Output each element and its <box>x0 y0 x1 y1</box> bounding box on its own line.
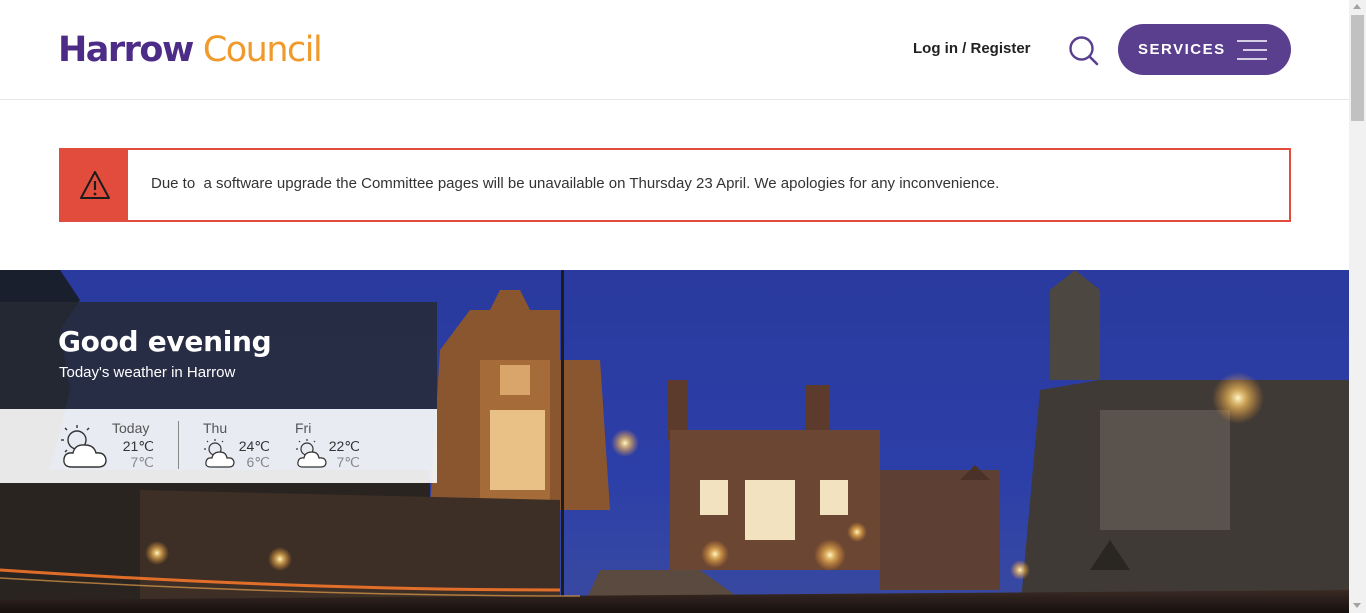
harrow-council-logo[interactable]: Harrow Council <box>58 28 323 72</box>
greeting-panel: Good evening Today's weather in Harrow <box>0 302 437 409</box>
forecast-low-temp: 7℃ <box>336 454 360 470</box>
search-icon <box>1069 36 1099 66</box>
page: Harrow Council Log in / Register SERVICES <box>0 0 1366 613</box>
forecast-day-thu: Thu 24℃ 6℃ <box>200 409 290 483</box>
search-button[interactable] <box>1066 33 1102 69</box>
forecast-divider <box>178 421 179 469</box>
alert-icon-panel <box>61 150 128 220</box>
logo-text-harrow: Harrow <box>58 30 194 70</box>
hero-banner: Good evening Today's weather in Harrow T… <box>0 270 1349 613</box>
site-header: Harrow Council Log in / Register SERVICES <box>0 0 1349 100</box>
services-label: SERVICES <box>1138 41 1226 58</box>
partly-cloudy-icon <box>61 425 107 468</box>
scrollbar-thumb[interactable] <box>1351 15 1364 121</box>
forecast-high-temp: 24℃ <box>238 438 270 454</box>
hamburger-icon <box>1237 40 1267 60</box>
forecast-low-temp: 6℃ <box>246 454 270 470</box>
scroll-up-arrow[interactable] <box>1353 4 1361 9</box>
forecast-day-label: Thu <box>203 420 228 436</box>
page-scrollbar[interactable] <box>1349 0 1366 613</box>
service-alert-banner: Due to a software upgrade the Committee … <box>59 148 1291 222</box>
forecast-high-temp: 21℃ <box>122 438 154 454</box>
scroll-down-arrow[interactable] <box>1353 603 1361 608</box>
greeting-title: Good evening <box>58 325 272 358</box>
forecast-high-temp: 22℃ <box>328 438 360 454</box>
weather-subtitle: Today's weather in Harrow <box>59 364 236 381</box>
forecast-day-label: Fri <box>295 420 312 436</box>
forecast-day-fri: Fri 22℃ 7℃ <box>292 409 382 483</box>
forecast-day-label: Today <box>112 420 150 436</box>
alert-message: Due to a software upgrade the Committee … <box>151 175 1000 192</box>
login-register-link[interactable]: Log in / Register <box>913 40 1031 57</box>
services-menu-button[interactable]: SERVICES <box>1118 24 1291 75</box>
weather-forecast-panel: Today 21℃ 7℃ Thu 24℃ 6℃ Fri 22℃ 7℃ <box>0 409 437 483</box>
warning-icon <box>80 171 110 199</box>
forecast-low-temp: 7℃ <box>130 454 154 470</box>
forecast-day-today: Today 21℃ 7℃ <box>0 409 178 483</box>
logo-text-council: Council <box>202 30 323 70</box>
